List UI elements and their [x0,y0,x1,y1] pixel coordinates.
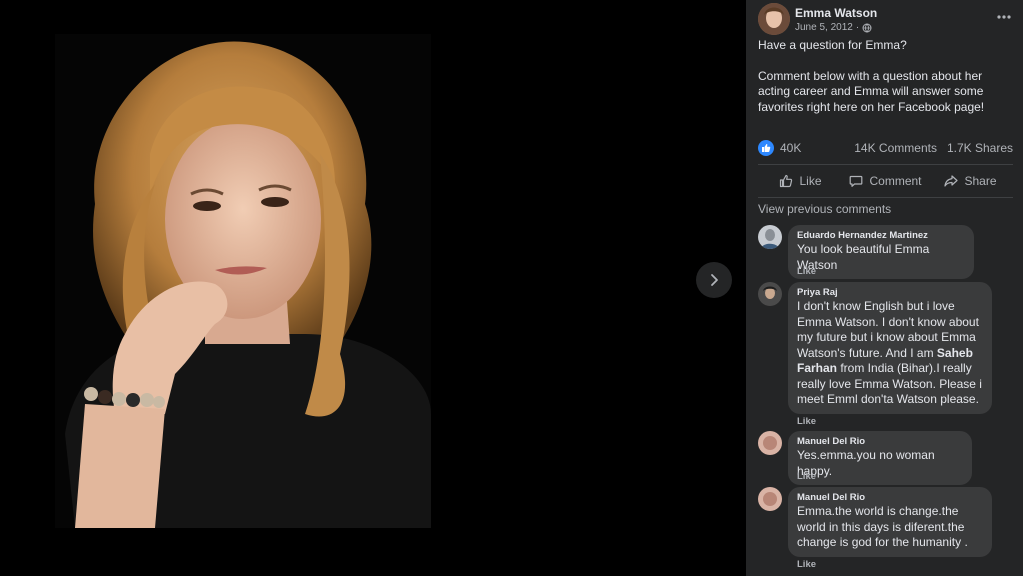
avatar-image [758,282,782,306]
reaction-summary: 40K 14K Comments 1.7K Shares [758,139,1013,157]
page-avatar[interactable] [758,3,790,35]
comment-icon [850,175,863,187]
chevron-right-icon [711,274,718,286]
post-text-line: Have a question for Emma? [758,38,907,52]
comment-like-link[interactable]: Like [797,559,816,570]
comment-like-link[interactable]: Like [797,471,816,482]
divider [758,164,1013,165]
post-options-button[interactable] [992,5,1016,29]
next-photo-button[interactable] [696,262,732,298]
commenter-name[interactable]: Manuel Del Rio [797,492,983,504]
view-previous-comments-link[interactable]: View previous comments [758,202,891,216]
post-side-panel: Emma Watson June 5, 2012 · Have a questi… [746,0,1023,576]
post-date[interactable]: June 5, 2012 [795,22,853,33]
comment-text: I don't know English but i love Emma Wat… [797,299,983,408]
comment-label: Comment [869,174,922,188]
reaction-count[interactable]: 40K [780,141,801,155]
avatar-image [758,3,790,35]
like-icon [780,174,793,188]
comment-bubble: Priya Raj I don't know English but i lov… [788,282,992,414]
commenter-avatar[interactable] [758,225,782,249]
comment-text: Emma.the world is change.the world in th… [797,504,968,549]
page-name[interactable]: Emma Watson [795,6,877,20]
comment-item: Eduardo Hernandez Martinez You look beau… [758,225,1013,281]
comment-count[interactable]: 14K Comments [854,141,937,155]
avatar-image [758,431,782,455]
post-photo [55,34,431,528]
photo-viewer [0,0,746,576]
comment-like-link[interactable]: Like [797,266,816,277]
share-count[interactable]: 1.7K Shares [947,141,1013,155]
post-actions: Like Comment Share [758,168,1013,194]
commenter-name[interactable]: Eduardo Hernandez Martinez [797,230,965,242]
comment-text: You look beautiful Emma Watson [797,242,930,272]
globe-icon [862,23,872,33]
commenter-avatar[interactable] [758,431,782,455]
post-header: Emma Watson June 5, 2012 · [758,3,1016,37]
portrait-image [55,34,431,528]
post-meta: June 5, 2012 · [795,22,872,33]
commenter-name[interactable]: Priya Raj [797,287,983,299]
comment-item: Manuel Del Rio Emma.the world is change.… [758,487,1013,571]
commenter-avatar[interactable] [758,282,782,306]
like-button[interactable]: Like [758,168,843,194]
comment-button[interactable]: Comment [843,168,928,194]
comment-item: Priya Raj I don't know English but i lov… [758,282,1013,428]
commenter-avatar[interactable] [758,487,782,511]
comment-like-link[interactable]: Like [797,416,816,427]
like-reaction-icon[interactable] [758,140,774,156]
post-counts: 14K Comments 1.7K Shares [854,141,1013,155]
avatar-image [758,225,782,249]
more-horizontal-icon [997,15,1011,19]
divider [758,197,1013,198]
share-label: Share [964,174,997,188]
like-label: Like [799,174,822,188]
comment-bubble: Manuel Del Rio Emma.the world is change.… [788,487,992,557]
share-button[interactable]: Share [928,168,1013,194]
comment-item: Manuel Del Rio Yes.emma.you no woman hap… [758,431,1013,485]
avatar-image [758,487,782,511]
thumbs-up-icon [762,144,771,152]
share-icon [944,175,959,187]
commenter-name[interactable]: Manuel Del Rio [797,436,963,448]
comment-text: Yes.emma.you no woman happy. [797,448,935,478]
post-text-body: Comment below with a question about her … [758,68,985,114]
post-text: Have a question for Emma? Comment below … [758,38,1013,115]
